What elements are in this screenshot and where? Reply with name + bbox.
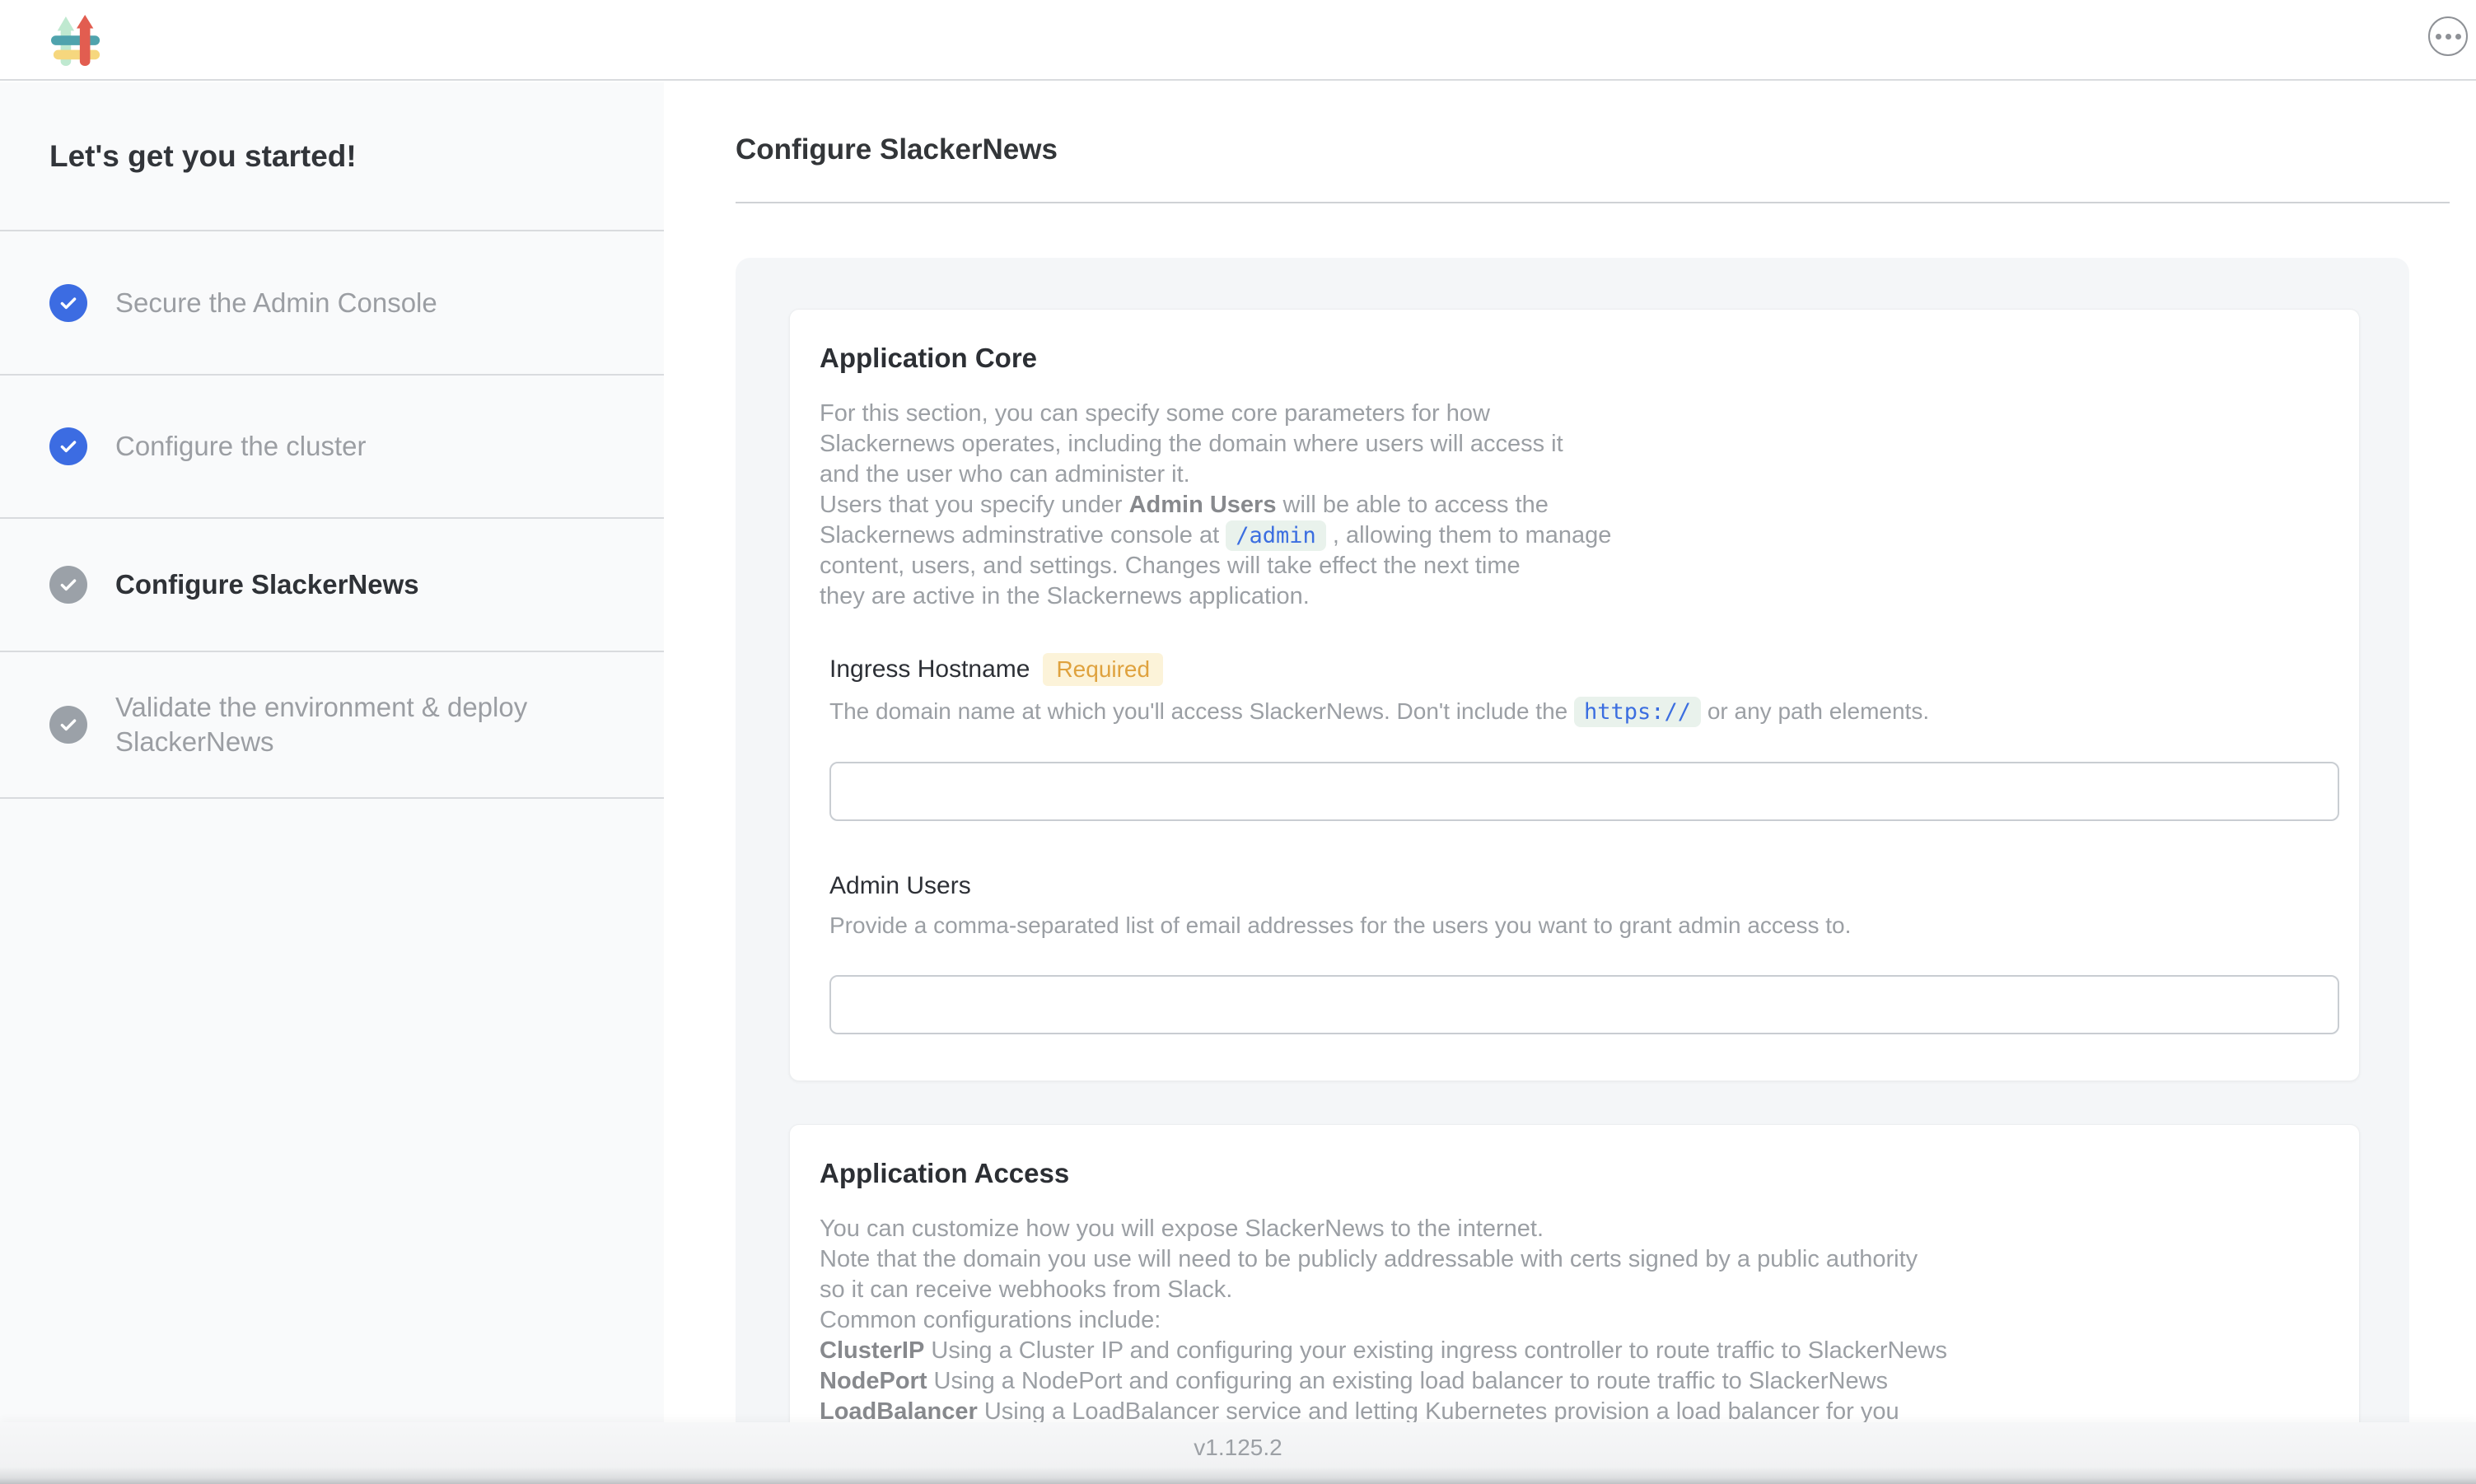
sidebar-title: Let's get you started! xyxy=(0,82,664,231)
config-panel: Application Core For this section, you c… xyxy=(736,258,2409,1422)
field-help-text: The domain name at which you'll access S… xyxy=(829,696,2339,727)
main-content: Configure SlackerNews Application Core F… xyxy=(664,82,2476,1422)
step-label: Configure the cluster xyxy=(115,429,367,464)
field-help-text: Provide a comma-separated list of email … xyxy=(829,910,2339,940)
step-validate-deploy[interactable]: Validate the environment & deploy Slacke… xyxy=(0,652,664,799)
step-label: Secure the Admin Console xyxy=(115,286,437,320)
app-footer: v1.125.2 xyxy=(0,1422,2476,1484)
field-label: Admin Users xyxy=(829,872,971,900)
setup-steps-sidebar: Let's get you started! Secure the Admin … xyxy=(0,82,664,1422)
step-configure-cluster[interactable]: Configure the cluster xyxy=(0,376,664,519)
step-configure-slackernews[interactable]: Configure SlackerNews xyxy=(0,519,664,652)
slackernews-logo-icon xyxy=(51,15,102,66)
card-title: Application Core xyxy=(820,343,2339,374)
check-circle-icon xyxy=(49,566,87,604)
field-label: Ingress Hostname xyxy=(829,656,1030,684)
card-title: Application Access xyxy=(820,1158,2339,1189)
check-circle-icon xyxy=(49,284,87,322)
step-secure-admin-console[interactable]: Secure the Admin Console xyxy=(0,231,664,376)
ingress-hostname-field-group: Ingress Hostname Required The domain nam… xyxy=(829,653,2339,821)
version-label: v1.125.2 xyxy=(1194,1435,1282,1461)
more-options-button[interactable] xyxy=(2428,16,2468,56)
application-core-card: Application Core For this section, you c… xyxy=(789,309,2360,1081)
step-label: Validate the environment & deploy Slacke… xyxy=(115,690,573,759)
card-description: You can customize how you will expose Sl… xyxy=(820,1214,2339,1422)
required-badge: Required xyxy=(1043,653,1163,686)
page-title: Configure SlackerNews xyxy=(736,133,2476,166)
application-access-card: Application Access You can customize how… xyxy=(789,1124,2360,1422)
title-divider xyxy=(736,202,2450,203)
admin-users-field-group: Admin Users Provide a comma-separated li… xyxy=(829,872,2339,1034)
check-circle-icon xyxy=(49,706,87,744)
ellipsis-icon xyxy=(2436,34,2441,40)
card-description: For this section, you can specify some c… xyxy=(820,399,2339,612)
top-header xyxy=(0,0,2476,81)
ingress-hostname-input[interactable] xyxy=(829,762,2339,821)
admin-users-input[interactable] xyxy=(829,975,2339,1034)
step-label: Configure SlackerNews xyxy=(115,567,419,602)
check-circle-icon xyxy=(49,427,87,465)
